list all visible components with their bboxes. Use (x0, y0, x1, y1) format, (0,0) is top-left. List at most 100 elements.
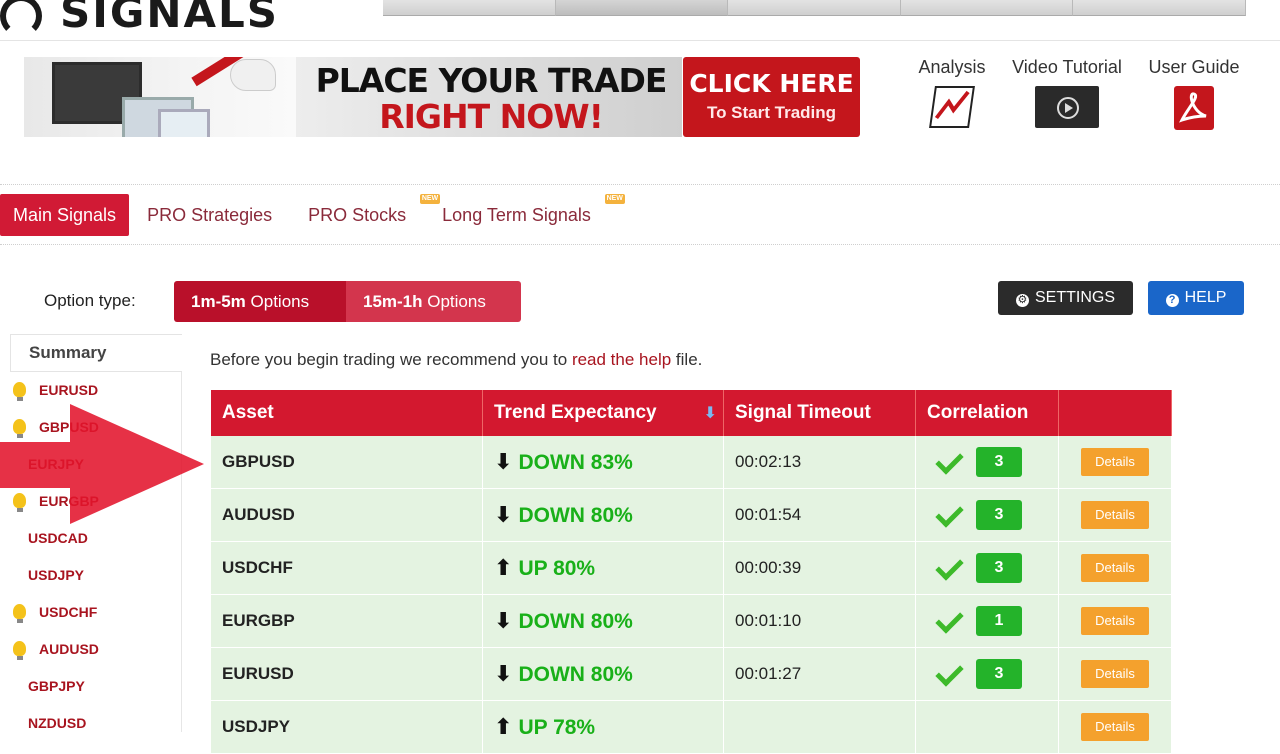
trend-cell: ⬇ DOWN 80% (482, 647, 724, 701)
details-button[interactable]: Details (1081, 448, 1149, 476)
correlation-cell: 3 (915, 647, 1059, 701)
tab-main-signals[interactable]: Main Signals (0, 194, 130, 236)
details-button[interactable]: Details (1081, 501, 1149, 529)
arrow-down-icon: ⬇ (494, 502, 513, 527)
user-guide-link[interactable]: User Guide (1140, 57, 1248, 130)
top-nav-tab[interactable] (728, 0, 901, 16)
trend-cell: ⬆ UP 80% (482, 541, 724, 595)
summary-item[interactable]: USDCAD (10, 520, 181, 557)
summary-item-label: AUDUSD (39, 641, 99, 657)
trend-value: DOWN 83% (518, 451, 633, 474)
summary-item[interactable]: NZDUSD (10, 705, 181, 742)
video-tutorial-link[interactable]: Video Tutorial (1005, 57, 1129, 128)
header-trend-label: Trend Expectancy (494, 402, 657, 423)
option-suffix: Options (422, 292, 486, 311)
tab-pro-strategies[interactable]: PRO Strategies (129, 194, 290, 236)
trend-value: DOWN 80% (518, 504, 633, 527)
correlation-cell: 3 (915, 436, 1059, 489)
tab-label: Long Term Signals (442, 205, 591, 225)
summary-item[interactable]: EURUSD (10, 372, 181, 409)
top-nav-tab[interactable] (555, 0, 729, 16)
timeout-cell (723, 700, 916, 754)
option-suffix: Options (245, 292, 310, 311)
correlation-badge: 3 (976, 659, 1022, 689)
summary-item[interactable]: GBPJPY (10, 668, 181, 705)
trend-value: UP 80% (518, 557, 596, 580)
option-15m-1h-button[interactable]: 15m-1h Options (346, 281, 521, 322)
asset-cell: AUDUSD (211, 488, 483, 542)
correlation-badge: 3 (976, 553, 1022, 583)
timeout-cell: 00:01:54 (723, 488, 916, 542)
checkmark-icon (935, 498, 964, 528)
top-nav-tab[interactable] (383, 0, 556, 16)
arrow-down-icon: ⬇ (494, 661, 513, 686)
phone-graphic (158, 109, 210, 137)
table-row: EURGBP ⬇ DOWN 80% 00:01:10 1 Details (211, 594, 1172, 648)
header-signal-timeout[interactable]: Signal Timeout (723, 390, 916, 436)
video-tutorial-label: Video Tutorial (1012, 57, 1122, 77)
summary-title: Summary (10, 334, 182, 372)
tab-pro-stocks[interactable]: PRO Stocks NEW (290, 194, 441, 236)
actions-cell: Details (1058, 436, 1172, 489)
banner-subheadline: RIGHT NOW! (379, 97, 604, 136)
table-row: USDCHF ⬆ UP 80% 00:00:39 3 Details (211, 541, 1172, 595)
intro-text: Before you begin trading we recommend yo… (210, 350, 702, 370)
correlation-cell: 1 (915, 594, 1059, 648)
option-type-toggle: 1m-5m Options 15m-1h Options (174, 281, 521, 322)
actions-cell: Details (1058, 594, 1172, 648)
summary-item-label: USDJPY (28, 567, 85, 583)
tab-long-term-signals[interactable]: Long Term Signals NEW (424, 194, 625, 236)
banner-cta-button[interactable]: CLICK HERE To Start Trading (683, 57, 860, 137)
trend-value: DOWN 80% (518, 663, 633, 686)
summary-item[interactable]: EURGBP (10, 483, 181, 520)
details-button[interactable]: Details (1081, 660, 1149, 688)
summary-item[interactable]: GBPUSD (10, 409, 181, 446)
question-icon: ? (1165, 294, 1179, 307)
trend-cell: ⬇ DOWN 80% (482, 488, 724, 542)
site-logo[interactable]: SIGNALS (0, 0, 279, 37)
summary-item[interactable]: USDCHF (10, 594, 181, 631)
table-header-row: Asset Trend Expectancy ⬇ Signal Timeout C… (211, 390, 1172, 436)
tab-label: PRO Strategies (147, 205, 273, 225)
option-type-label: Option type: (44, 291, 136, 310)
summary-item-label: EURUSD (39, 382, 99, 398)
top-nav-tab[interactable] (1073, 0, 1246, 16)
hand-graphic (230, 59, 276, 91)
trend-cell: ⬇ DOWN 83% (482, 436, 724, 489)
analysis-link[interactable]: Analysis (912, 57, 992, 128)
details-button[interactable]: Details (1081, 554, 1149, 582)
settings-button[interactable]: ⚙ SETTINGS (998, 281, 1133, 315)
actions-cell: Details (1058, 541, 1172, 595)
asset-cell: USDJPY (211, 700, 483, 754)
analysis-label: Analysis (918, 57, 986, 77)
tabs-top-divider (0, 184, 1280, 185)
summary-item[interactable]: USDJPY (10, 557, 181, 594)
summary-item[interactable]: EURJPY (10, 446, 181, 483)
header-trend-expectancy[interactable]: Trend Expectancy ⬇ (482, 390, 724, 436)
signals-table: Asset Trend Expectancy ⬇ Signal Timeout C… (211, 390, 1172, 754)
summary-item-label: USDCAD (28, 530, 88, 546)
header-asset[interactable]: Asset (211, 390, 483, 436)
trend-value: DOWN 80% (518, 610, 633, 633)
asset-cell: USDCHF (211, 541, 483, 595)
summary-item[interactable]: AUDUSD (10, 631, 181, 668)
timeout-cell: 00:00:39 (723, 541, 916, 595)
promo-banner[interactable]: PLACE YOUR TRADE RIGHT NOW! CLICK HERE T… (24, 57, 860, 137)
details-button[interactable]: Details (1081, 607, 1149, 635)
option-1m-5m-button[interactable]: 1m-5m Options (174, 281, 346, 322)
summary-item-label: GBPUSD (39, 419, 99, 435)
read-help-link[interactable]: read the help (572, 350, 671, 369)
option-range: 15m-1h (363, 292, 423, 311)
table-row: AUDUSD ⬇ DOWN 80% 00:01:54 3 Details (211, 488, 1172, 542)
header-correlation[interactable]: Correlation (915, 390, 1059, 436)
table-row: USDJPY ⬆ UP 78% Details (211, 700, 1172, 754)
tab-label: Main Signals (13, 205, 117, 225)
checkmark-icon (935, 657, 964, 687)
logo-ring-icon (0, 0, 42, 37)
top-nav-tab[interactable] (900, 0, 1074, 16)
help-button[interactable]: ? HELP (1148, 281, 1244, 315)
summary-item-label: EURJPY (28, 456, 85, 472)
summary-item-label: USDCHF (39, 604, 98, 620)
details-button[interactable]: Details (1081, 713, 1149, 741)
actions-cell: Details (1058, 700, 1172, 754)
